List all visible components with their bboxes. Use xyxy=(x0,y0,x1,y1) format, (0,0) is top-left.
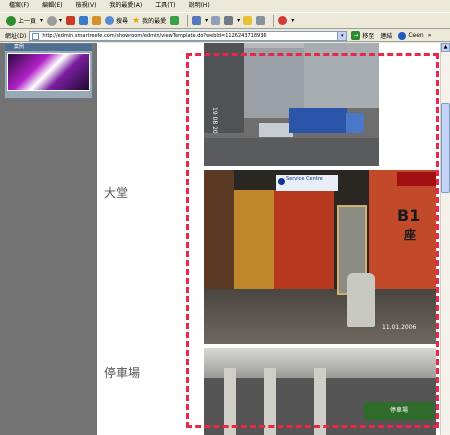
chevron-down-icon: ▾ xyxy=(237,17,241,24)
lobby-label: 大堂 xyxy=(104,186,129,200)
links-label[interactable]: 連結 xyxy=(380,31,392,40)
page-icon xyxy=(32,32,40,40)
search-icon xyxy=(105,16,115,25)
home-icon[interactable] xyxy=(92,16,102,25)
search-button[interactable]: 搜尋 xyxy=(105,14,128,28)
address-label: 網址(D) xyxy=(5,33,27,40)
menu-favorites[interactable]: 我的最愛(A) xyxy=(109,0,142,12)
stop-icon[interactable] xyxy=(66,16,76,25)
discuss-icon[interactable] xyxy=(256,16,266,25)
address-url: http://edmin.smartreefe.com/showroom/edm… xyxy=(42,32,267,39)
star-icon: ★ xyxy=(132,15,141,26)
address-bar: 網址(D) http://edmin.smartreefe.com/showro… xyxy=(0,30,450,42)
menu-help[interactable]: 說明(H) xyxy=(189,0,210,12)
toolbar-separator xyxy=(187,14,189,27)
link-ceen[interactable]: Ceen xyxy=(398,31,424,40)
sidebar-panel: 案例 xyxy=(4,43,93,99)
photo-frame xyxy=(186,53,439,428)
back-label: 上一頁 xyxy=(18,18,37,25)
toolbar: 上一頁 ▾ ▾ 搜尋 ★ 我的最愛 ▾ ▾ ▾ xyxy=(0,12,450,29)
menu-bar: 檔案(F) 編輯(E) 檢視(V) 我的最愛(A) 工具(T) 說明(H) xyxy=(0,0,450,12)
chevron-down-icon: ▾ xyxy=(40,17,44,24)
globe-icon xyxy=(398,31,407,40)
scrollbar-thumb[interactable] xyxy=(441,103,450,193)
menu-tools[interactable]: 工具(T) xyxy=(155,0,175,12)
go-button[interactable]: → 移至 xyxy=(351,31,374,40)
main-content: 大堂 停車場 19 08 20 Service Centre B1 座 11.0… xyxy=(97,43,440,435)
back-arrow-icon xyxy=(6,15,16,26)
messenger-icon[interactable] xyxy=(278,16,288,25)
sidebar: 案例 xyxy=(0,43,97,435)
chevron-down-icon: ▾ xyxy=(205,17,209,24)
favorites-label: 我的最愛 xyxy=(142,18,167,25)
print-icon[interactable] xyxy=(224,16,234,25)
media-icon[interactable] xyxy=(170,16,180,25)
chevron-right-icon[interactable]: » xyxy=(428,32,432,39)
mail-icon[interactable] xyxy=(211,16,221,25)
menu-view[interactable]: 檢視(V) xyxy=(76,0,97,12)
go-arrow-icon: → xyxy=(351,31,361,40)
menu-file[interactable]: 檔案(F) xyxy=(9,0,29,12)
sidebar-header: 案例 xyxy=(5,44,92,51)
parking-label: 停車場 xyxy=(104,366,141,380)
refresh-icon[interactable] xyxy=(79,16,89,25)
chevron-down-icon: ▾ xyxy=(291,17,295,24)
favorites-button[interactable]: ★ 我的最愛 xyxy=(132,14,166,28)
link-ceen-label: Ceen xyxy=(408,32,424,39)
chevron-down-icon[interactable]: ▾ xyxy=(337,31,347,40)
case-thumbnail[interactable] xyxy=(7,53,90,91)
search-label: 搜尋 xyxy=(116,18,129,25)
go-label: 移至 xyxy=(362,33,375,40)
chevron-down-icon: ▾ xyxy=(59,17,63,24)
back-button[interactable]: 上一頁 ▾ xyxy=(6,14,43,28)
address-input[interactable]: http://edmin.smartreefe.com/showroom/edm… xyxy=(29,30,348,41)
edit-icon[interactable] xyxy=(243,16,253,25)
history-icon[interactable] xyxy=(192,16,202,25)
toolbar-separator xyxy=(273,14,275,27)
forward-arrow-icon[interactable] xyxy=(47,15,58,26)
vertical-scrollbar[interactable]: ▲ xyxy=(440,43,450,435)
menu-edit[interactable]: 編輯(E) xyxy=(42,0,62,12)
scroll-up-arrow-icon[interactable]: ▲ xyxy=(441,43,450,52)
